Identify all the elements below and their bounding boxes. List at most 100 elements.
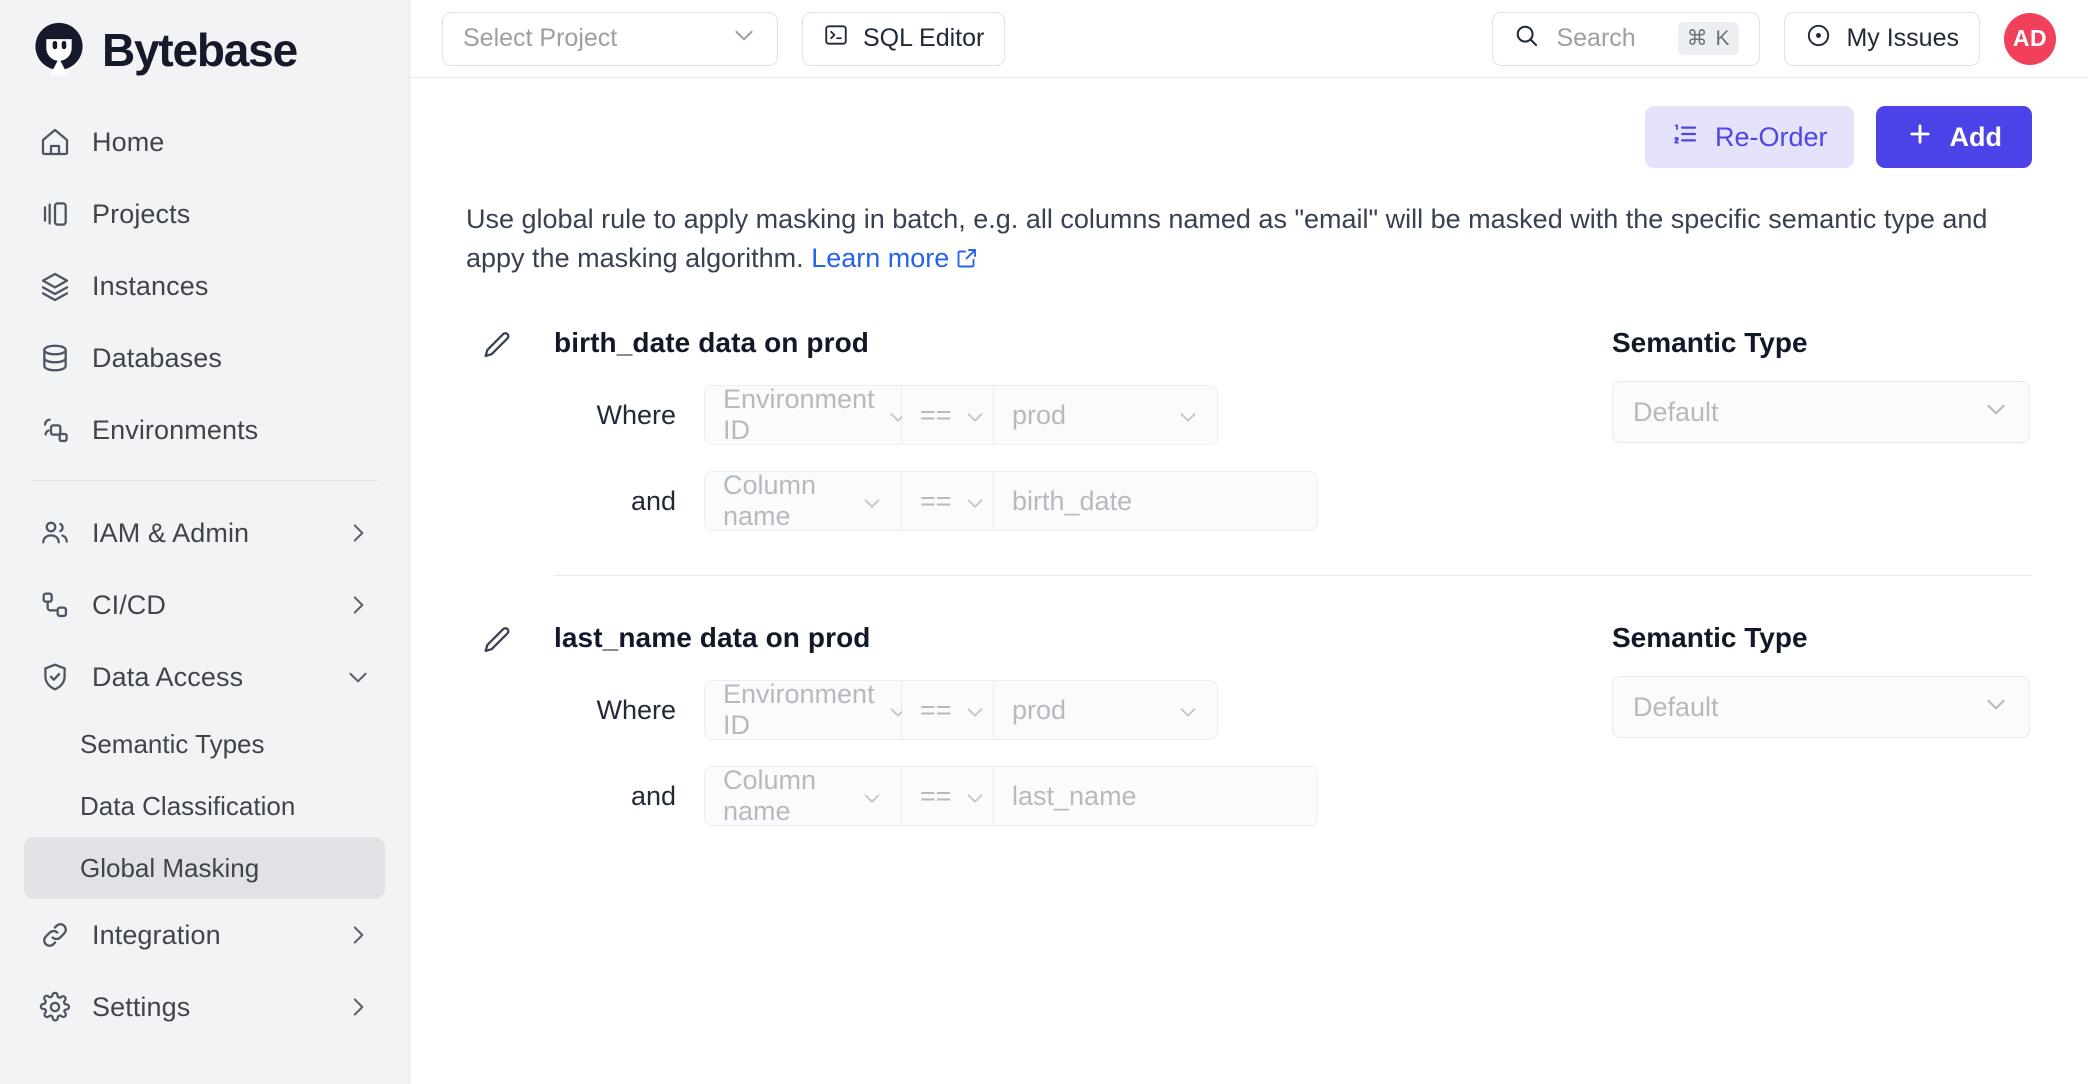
- chevron-right-icon: [345, 994, 371, 1020]
- add-label: Add: [1950, 122, 2002, 153]
- my-issues-button[interactable]: My Issues: [1784, 12, 1980, 66]
- operator-select[interactable]: ==: [902, 680, 994, 740]
- value-input[interactable]: last_name: [994, 766, 1318, 826]
- sidebar-item-iam-admin[interactable]: IAM & Admin: [24, 497, 385, 569]
- factor-value: Column name: [723, 766, 849, 826]
- sql-editor-button[interactable]: SQL Editor: [802, 12, 1005, 66]
- ordered-list-icon: [1671, 120, 1699, 155]
- factor-value: Column name: [723, 471, 849, 531]
- reorder-button[interactable]: Re-Order: [1645, 106, 1854, 168]
- sidebar: Bytebase Home Proj: [0, 0, 410, 1084]
- value-input[interactable]: birth_date: [994, 471, 1318, 531]
- rule-header: last_name data on prod Where Environment…: [466, 622, 2032, 826]
- value-text: prod: [1012, 400, 1066, 431]
- circle-dot-icon: [1805, 22, 1832, 56]
- chevron-down-icon: [1983, 691, 2009, 724]
- sidebar-item-home[interactable]: Home: [24, 106, 385, 178]
- sidebar-group-label: IAM & Admin: [92, 518, 249, 549]
- operator-select[interactable]: ==: [902, 471, 994, 531]
- plus-icon: [1906, 120, 1934, 155]
- page-description: Use global rule to apply masking in batc…: [466, 200, 2032, 281]
- condition-prefix: and: [554, 486, 704, 517]
- sidebar-item-databases[interactable]: Databases: [24, 322, 385, 394]
- chevron-down-icon: [731, 22, 757, 55]
- operator-value: ==: [920, 400, 952, 431]
- sidebar-group-label: Integration: [92, 920, 221, 951]
- chevron-down-icon: [964, 699, 986, 721]
- condition-controls: Column name == birth_date: [704, 471, 1318, 531]
- add-button[interactable]: Add: [1876, 106, 2032, 168]
- masking-rule: last_name data on prod Where Environment…: [466, 622, 2032, 826]
- condition-prefix: and: [554, 781, 704, 812]
- main-area: Select Project SQL Editor: [410, 0, 2088, 1084]
- learn-more-link[interactable]: Learn more: [811, 243, 949, 273]
- semantic-type-select[interactable]: Default: [1612, 381, 2030, 443]
- sidebar-item-projects[interactable]: Projects: [24, 178, 385, 250]
- value-select[interactable]: prod: [994, 680, 1218, 740]
- rule-body: last_name data on prod Where Environment…: [554, 622, 1612, 826]
- sidebar-item-environments[interactable]: Environments: [24, 394, 385, 466]
- chevron-down-icon: [345, 664, 371, 690]
- operator-value: ==: [920, 486, 952, 517]
- rule-title: birth_date data on prod: [554, 327, 1612, 359]
- sidebar-divider: [32, 480, 377, 481]
- condition-row: and Column name ==: [554, 471, 1612, 531]
- value-select[interactable]: prod: [994, 385, 1218, 445]
- sidebar-item-label: Projects: [92, 199, 190, 230]
- edit-pencil-icon[interactable]: [480, 329, 514, 363]
- semantic-type-label: Semantic Type: [1612, 622, 2032, 654]
- sidebar-group-label: Settings: [92, 992, 190, 1023]
- chevron-right-icon: [345, 922, 371, 948]
- sidebar-subitem-label: Semantic Types: [80, 729, 265, 760]
- app-root: Bytebase Home Proj: [0, 0, 2088, 1084]
- semantic-type-column: Semantic Type Default: [1612, 622, 2032, 738]
- learn-more-label: Learn more: [811, 243, 949, 273]
- factor-select[interactable]: Environment ID: [704, 680, 902, 740]
- semantic-type-value: Default: [1633, 692, 1719, 723]
- avatar[interactable]: AD: [2004, 13, 2056, 65]
- factor-select[interactable]: Environment ID: [704, 385, 902, 445]
- sidebar-item-data-access[interactable]: Data Access: [24, 641, 385, 713]
- operator-select[interactable]: ==: [902, 385, 994, 445]
- search-input[interactable]: Search ⌘ K: [1492, 12, 1760, 66]
- chevron-right-icon: [345, 592, 371, 618]
- sidebar-item-label: Environments: [92, 415, 258, 446]
- sidebar-item-semantic-types[interactable]: Semantic Types: [24, 713, 385, 775]
- page-content: Re-Order Add Use global rule to apply ma…: [410, 78, 2088, 826]
- condition-row: Where Environment ID ==: [554, 385, 1612, 445]
- sql-editor-label: SQL Editor: [863, 24, 984, 53]
- condition-controls: Environment ID == prod: [704, 385, 1218, 445]
- brand-logo[interactable]: Bytebase: [24, 0, 385, 100]
- sidebar-nav: Home Projects: [24, 106, 385, 1043]
- sidebar-item-global-masking[interactable]: Global Masking: [24, 837, 385, 899]
- chevron-down-icon: [964, 490, 986, 512]
- factor-value: Environment ID: [723, 385, 875, 445]
- masking-rule: birth_date data on prod Where Environmen…: [466, 327, 2032, 576]
- rule-header: birth_date data on prod Where Environmen…: [466, 327, 2032, 531]
- semantic-type-select[interactable]: Default: [1612, 676, 2030, 738]
- semantic-type-column: Semantic Type Default: [1612, 327, 2032, 443]
- condition-prefix: Where: [554, 400, 704, 431]
- sidebar-item-label: Home: [92, 127, 164, 158]
- chevron-down-icon: [964, 404, 986, 426]
- condition-prefix: Where: [554, 695, 704, 726]
- project-select[interactable]: Select Project: [442, 12, 778, 66]
- search-icon: [1513, 22, 1540, 56]
- operator-select[interactable]: ==: [902, 766, 994, 826]
- sidebar-item-data-classification[interactable]: Data Classification: [24, 775, 385, 837]
- semantic-type-value: Default: [1633, 397, 1719, 428]
- external-link-icon: [955, 242, 979, 281]
- sidebar-item-settings[interactable]: Settings: [24, 971, 385, 1043]
- operator-value: ==: [920, 781, 952, 812]
- chevron-down-icon: [1983, 396, 2009, 429]
- sidebar-item-cicd[interactable]: CI/CD: [24, 569, 385, 641]
- edit-pencil-icon[interactable]: [480, 624, 514, 658]
- factor-select[interactable]: Column name: [704, 766, 902, 826]
- description-text: Use global rule to apply masking in batc…: [466, 204, 1987, 273]
- link-icon: [38, 918, 72, 952]
- factor-select[interactable]: Column name: [704, 471, 902, 531]
- sidebar-item-instances[interactable]: Instances: [24, 250, 385, 322]
- sidebar-item-integration[interactable]: Integration: [24, 899, 385, 971]
- brand-name: Bytebase: [102, 23, 297, 77]
- project-select-placeholder: Select Project: [463, 24, 617, 53]
